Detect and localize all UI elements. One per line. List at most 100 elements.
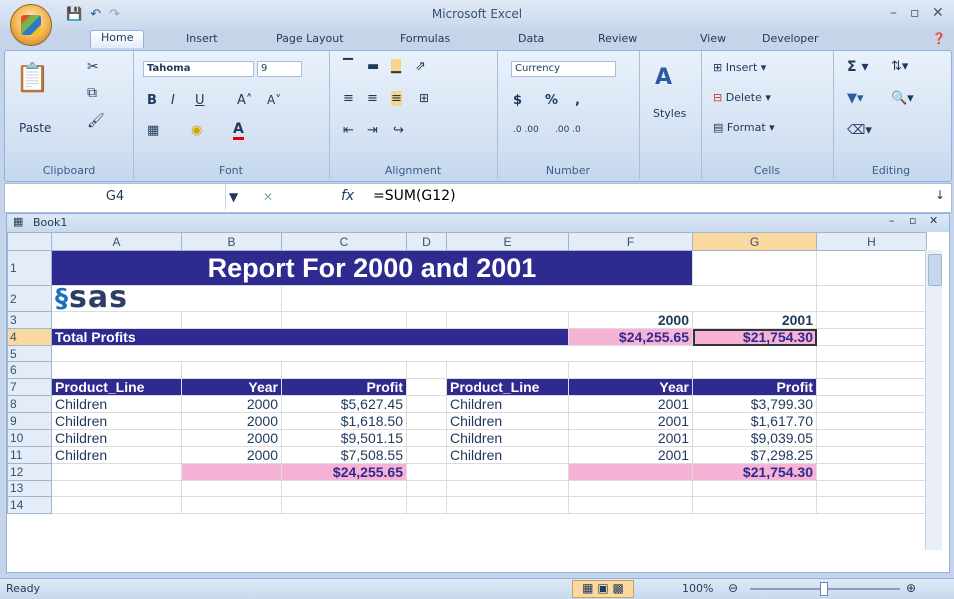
row-header[interactable]: 8 [7,394,52,413]
styles-icon[interactable]: A [655,65,672,90]
column-header-g[interactable]: G [692,232,817,251]
row-header[interactable]: 14 [7,496,52,514]
merge-center-icon[interactable]: ⊞ [419,91,429,105]
cell[interactable] [281,496,407,514]
left-product-cell[interactable]: Children [51,394,182,413]
cell[interactable] [446,479,569,498]
fill-icon[interactable]: ▼▾ [847,91,864,106]
number-format-select[interactable]: Currency [511,61,616,77]
right-product-cell[interactable]: Children [446,411,569,430]
row-header[interactable]: 3 [7,311,52,329]
orientation-icon[interactable]: ⇗ [415,59,426,74]
decrease-indent-icon[interactable]: ⇤ [343,123,354,138]
cell[interactable] [816,445,927,464]
wb-minimize-icon[interactable]: – [889,214,895,227]
left-product-cell[interactable]: Children [51,445,182,464]
total-2000-cell[interactable]: $24,255.65 [568,328,693,346]
cell[interactable] [406,361,447,379]
align-middle-icon[interactable]: ▬ [367,59,379,74]
shrink-font-button[interactable]: A˅ [267,93,281,107]
row-header[interactable]: 9 [7,411,52,430]
expand-formula-bar-icon[interactable]: ↓ [935,188,945,202]
row-header[interactable]: 2 [7,285,52,312]
column-header-b[interactable]: B [181,232,282,251]
cell[interactable] [568,496,693,514]
row-header[interactable]: 7 [7,377,52,396]
cell[interactable] [816,479,927,498]
cell[interactable] [406,428,447,447]
scroll-thumb[interactable] [928,254,942,286]
close-icon[interactable]: ✕ [932,5,944,21]
cell[interactable] [51,496,182,514]
cell[interactable] [692,479,817,498]
column-header-d[interactable]: D [406,232,447,251]
font-name-select[interactable]: Tahoma [143,61,254,77]
cell[interactable] [51,311,182,329]
cell[interactable] [181,496,282,514]
left-year-cell[interactable]: 2000 [181,445,282,464]
left-header-product-line[interactable]: Product_Line [51,377,182,396]
cell[interactable] [568,462,693,481]
vertical-scrollbar[interactable] [925,250,942,550]
cell[interactable] [816,462,927,481]
format-painter-icon[interactable]: 🖌 [87,113,105,129]
cell[interactable] [281,311,407,329]
minimize-icon[interactable]: – [890,5,897,21]
zoom-slider-thumb[interactable] [820,582,828,596]
year-2000-header[interactable]: 2000 [568,311,693,329]
paste-icon[interactable]: 📋 [15,61,50,94]
cut-icon[interactable]: ✂ [87,59,99,75]
cell[interactable] [406,496,447,514]
align-center-icon[interactable]: ≡ [367,91,378,106]
cell[interactable] [816,328,927,346]
right-profit-cell[interactable]: $9,039.05 [692,428,817,447]
cell[interactable] [181,361,282,379]
tab-insert[interactable]: Insert [186,32,218,49]
cell[interactable] [406,311,447,329]
cell[interactable] [816,496,927,514]
left-year-cell[interactable]: 2000 [181,394,282,413]
align-right-icon[interactable]: ≡ [391,91,402,106]
cell[interactable] [181,311,282,329]
cell[interactable] [446,496,569,514]
left-profit-cell[interactable]: $9,501.15 [281,428,407,447]
row-header[interactable]: 6 [7,361,52,379]
cell[interactable] [406,462,447,481]
wb-close-icon[interactable]: ✕ [929,214,938,227]
right-header-year[interactable]: Year [568,377,693,396]
decrease-decimal-button[interactable]: .00 .0 [555,125,581,135]
total-2001-cell[interactable]: $21,754.30 [692,328,817,346]
select-all-corner[interactable] [7,232,52,251]
cell[interactable] [281,479,407,498]
right-product-cell[interactable]: Children [446,394,569,413]
cell[interactable] [816,361,927,379]
tab-formulas[interactable]: Formulas [400,32,450,49]
right-total-cell[interactable]: $21,754.30 [692,462,817,481]
cell[interactable] [446,462,569,481]
cell[interactable] [816,250,927,286]
align-bottom-icon[interactable]: ▁ [391,59,401,74]
zoom-out-icon[interactable]: ⊖ [728,581,738,595]
row-header[interactable]: 5 [7,344,52,363]
insert-function-button[interactable]: fx [341,188,354,204]
row-header[interactable]: 4 [7,328,52,346]
tab-home[interactable]: Home [90,30,145,48]
right-header-profit[interactable]: Profit [692,377,817,396]
cell[interactable] [51,344,817,363]
increase-decimal-button[interactable]: .0 .00 [513,125,539,135]
column-header-a[interactable]: A [51,232,182,251]
zoom-level[interactable]: 100% [682,582,713,595]
left-year-cell[interactable]: 2000 [181,428,282,447]
cell[interactable] [692,250,817,286]
styles-button[interactable]: Styles [653,107,686,120]
maximize-icon[interactable]: ▫ [910,5,920,21]
comma-button[interactable]: , [575,93,580,108]
currency-button[interactable]: $ [513,93,522,108]
format-cells-button[interactable]: ▤ Format ▾ [713,121,775,134]
right-profit-cell[interactable]: $7,298.25 [692,445,817,464]
right-product-cell[interactable]: Children [446,428,569,447]
cell[interactable] [816,285,927,312]
find-icon[interactable]: 🔍▾ [891,91,914,106]
report-title-cell[interactable]: Report For 2000 and 2001 [51,250,693,286]
right-product-cell[interactable]: Children [446,445,569,464]
